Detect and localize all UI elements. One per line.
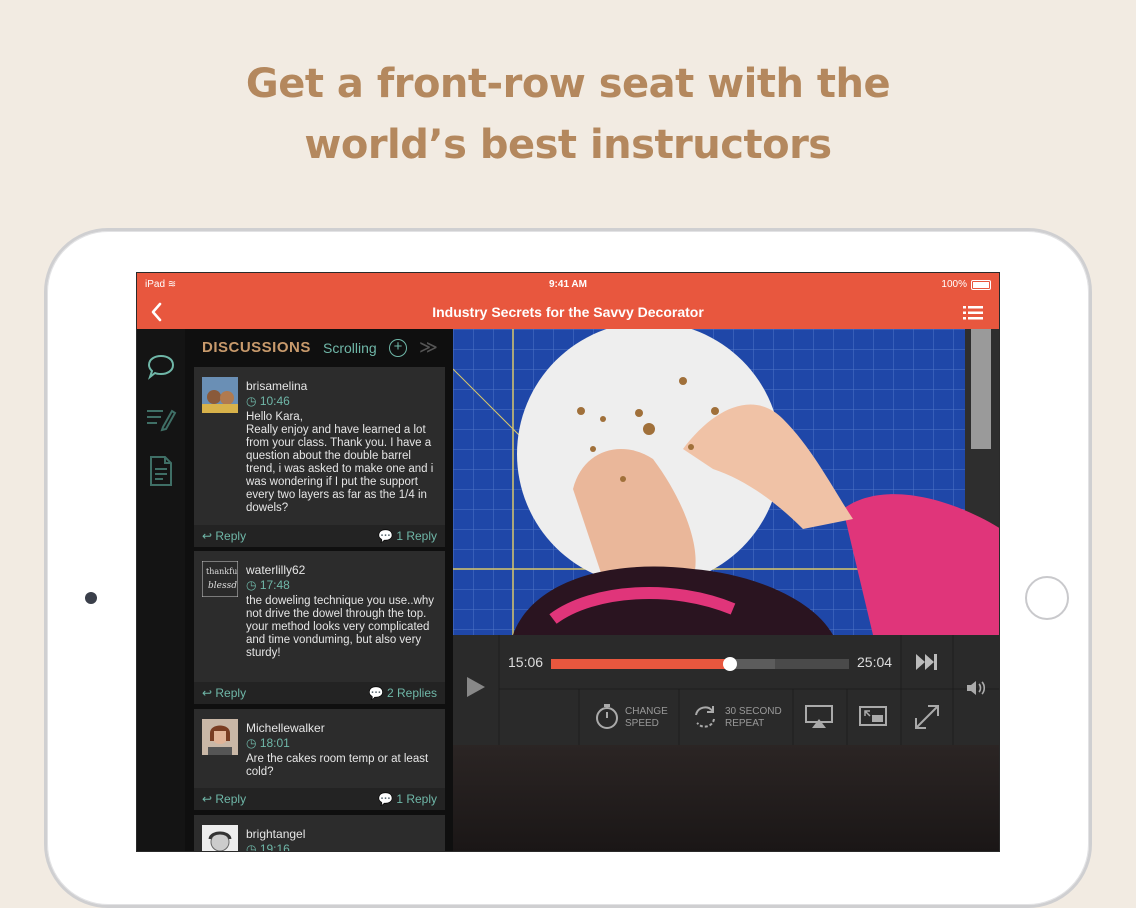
airplay-icon[interactable] <box>805 705 833 734</box>
collapse-panel-icon[interactable]: ≫ <box>419 337 438 358</box>
avatar <box>202 377 238 413</box>
player-controls: 15:06 25:04 CHANGE SPEED 30 SECOND REPEAT <box>453 635 999 745</box>
progress-thumb[interactable] <box>722 657 737 671</box>
post-timestamp[interactable]: 18:01 <box>246 736 290 750</box>
avatar <box>202 825 238 851</box>
status-bar: iPad ≋ 9:41 AM 100% <box>137 273 999 297</box>
discussion-post: thankful blessd waterlilly62 17:48 the do… <box>194 551 445 704</box>
post-username[interactable]: brightangel <box>246 827 305 841</box>
list-menu-icon[interactable] <box>963 305 983 321</box>
document-icon[interactable] <box>145 455 177 487</box>
replies-count[interactable]: 💬 2 Replies <box>369 686 437 700</box>
post-message: Hello Kara, Really enjoy and have learne… <box>246 411 434 514</box>
post-message: the doweling technique you use..why not … <box>246 595 434 659</box>
post-username[interactable]: Michellewalker <box>246 721 325 735</box>
change-speed-label[interactable]: CHANGE SPEED <box>625 706 668 730</box>
headline-line-1: Get a front-row seat with the <box>245 61 891 107</box>
svg-text:blessd: blessd <box>208 581 237 591</box>
add-post-icon[interactable]: + <box>389 339 407 357</box>
discussions-header: DISCUSSIONS Scrolling + ≫ <box>185 329 453 367</box>
status-battery: 100% <box>941 279 991 290</box>
ipad-camera <box>85 592 97 604</box>
scrolling-toggle[interactable]: Scrolling <box>323 340 377 356</box>
fullscreen-icon[interactable] <box>913 703 941 736</box>
avatar: thankful blessd <box>201 560 240 598</box>
notes-pencil-icon[interactable] <box>145 403 177 435</box>
discussion-post: brightangel 19:16 <box>194 815 445 851</box>
post-username[interactable]: waterlilly62 <box>246 563 305 577</box>
reply-button[interactable]: ↩ Reply <box>202 529 246 543</box>
progress-fill <box>551 659 730 669</box>
battery-icon <box>971 279 991 290</box>
discussions-panel: DISCUSSIONS Scrolling + ≫ brisamelina 10… <box>185 329 453 851</box>
svg-text:thankful: thankful <box>206 567 238 576</box>
elapsed-time: 15:06 <box>508 654 544 670</box>
chat-bubble-icon[interactable] <box>145 351 177 383</box>
post-timestamp[interactable]: 17:48 <box>246 578 290 592</box>
picture-in-picture-icon[interactable] <box>859 705 887 734</box>
repeat-label[interactable]: 30 SECOND REPEAT <box>725 706 782 730</box>
sidebar-rail <box>137 329 185 851</box>
avatar <box>202 719 238 755</box>
video-area-lower <box>453 745 999 851</box>
status-time: 9:41 AM <box>549 279 587 290</box>
class-title: Industry Secrets for the Savvy Decorator <box>432 304 704 320</box>
discussion-post: brisamelina 10:46 Hello Kara, Really enj… <box>194 367 445 547</box>
nav-bar: Industry Secrets for the Savvy Decorator <box>137 297 999 329</box>
headline-line-2: world’s best instructors <box>304 122 832 168</box>
app-screen: iPad ≋ 9:41 AM 100% Industry Secrets for… <box>136 272 1000 852</box>
reply-button[interactable]: ↩ Reply <box>202 686 246 700</box>
post-timestamp[interactable]: 10:46 <box>246 394 290 408</box>
post-footer: ↩ Reply 💬 2 Replies <box>194 682 445 704</box>
ipad-home-button[interactable] <box>1025 576 1069 620</box>
duration-time: 25:04 <box>857 654 893 670</box>
reply-button[interactable]: ↩ Reply <box>202 792 246 806</box>
progress-track[interactable] <box>551 657 849 671</box>
volume-icon[interactable] <box>965 678 989 703</box>
battery-percent: 100% <box>941 279 967 290</box>
discussions-heading: DISCUSSIONS <box>202 339 311 356</box>
post-footer: ↩ Reply 💬 1 Reply <box>194 525 445 547</box>
change-speed-icon[interactable] <box>593 703 621 736</box>
play-icon[interactable] <box>465 675 487 704</box>
skip-forward-icon[interactable] <box>915 652 939 677</box>
post-timestamp[interactable]: 19:16 <box>246 842 290 851</box>
post-message: Are the cakes room temp or at least cold… <box>246 753 429 778</box>
repeat-icon[interactable] <box>691 703 719 736</box>
discussion-post: Michellewalker 18:01 Are the cakes room … <box>194 709 445 810</box>
post-footer: ↩ Reply 💬 1 Reply <box>194 788 445 810</box>
video-frame[interactable] <box>453 329 999 635</box>
replies-count[interactable]: 💬 1 Reply <box>378 792 437 806</box>
replies-count[interactable]: 💬 1 Reply <box>378 529 437 543</box>
post-username[interactable]: brisamelina <box>246 379 307 393</box>
